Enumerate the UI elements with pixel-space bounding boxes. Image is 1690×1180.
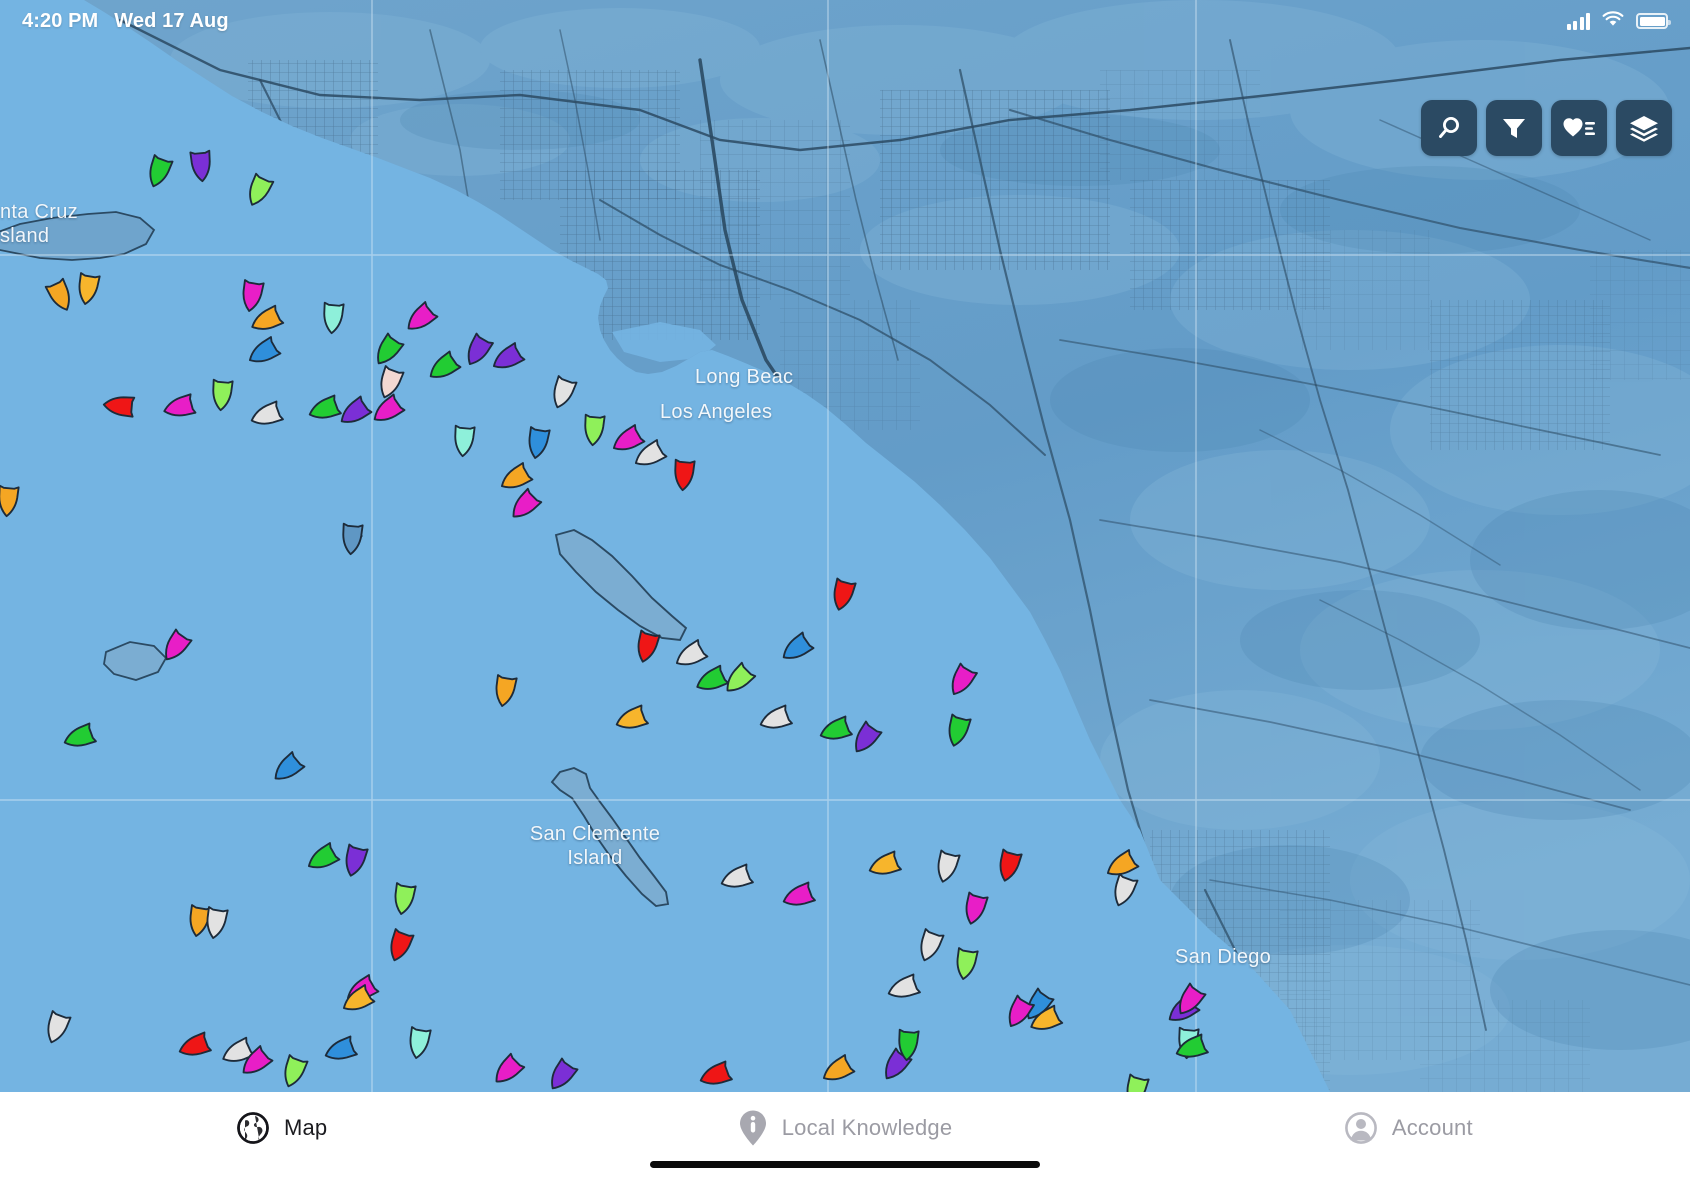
favorites-button[interactable] xyxy=(1551,100,1607,156)
nav-map[interactable]: Map xyxy=(0,1092,563,1180)
nav-map-label: Map xyxy=(284,1115,327,1141)
map-canvas[interactable]: nta Cruz slandLong BeacLos AngelesSan Cl… xyxy=(0,0,1690,1092)
layers-icon xyxy=(1628,113,1660,143)
account-avatar-icon xyxy=(1344,1111,1378,1145)
layers-button[interactable] xyxy=(1616,100,1672,156)
nav-account-label: Account xyxy=(1392,1115,1473,1141)
filter-button[interactable] xyxy=(1486,100,1542,156)
nav-local-knowledge-label: Local Knowledge xyxy=(782,1115,953,1141)
marine-traffic-app: nta Cruz slandLong BeacLos AngelesSan Cl… xyxy=(0,0,1690,1180)
heart-list-icon xyxy=(1562,113,1596,143)
map-tool-buttons xyxy=(1421,100,1672,156)
globe-icon xyxy=(236,1111,270,1145)
search-button[interactable] xyxy=(1421,100,1477,156)
nav-account[interactable]: Account xyxy=(1127,1092,1690,1180)
search-icon xyxy=(1434,113,1464,143)
home-indicator xyxy=(650,1161,1040,1168)
info-pin-icon xyxy=(738,1109,768,1147)
filter-funnel-icon xyxy=(1499,113,1529,143)
map-graphic xyxy=(0,0,1690,1092)
